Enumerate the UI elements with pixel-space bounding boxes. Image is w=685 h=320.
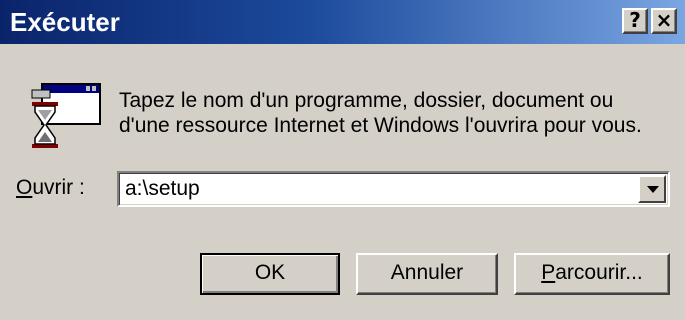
open-label-mnemonic: O	[16, 176, 33, 199]
open-label-text: uvrir :	[32, 176, 85, 199]
chevron-down-icon	[647, 186, 659, 193]
browse-button[interactable]: Parcourir...	[514, 253, 670, 295]
run-dialog: Exécuter ? × Tapez le nom d'un programme…	[0, 0, 685, 320]
dropdown-button[interactable]	[638, 175, 666, 203]
help-button[interactable]: ?	[622, 8, 648, 34]
browse-label: arcourir...	[555, 261, 643, 284]
open-label: Ouvrir :	[16, 175, 85, 201]
window-title: Exécuter	[10, 7, 120, 37]
browse-mnemonic: P	[541, 261, 556, 284]
instructions-line-1: Tapez le nom d'un programme, dossier, do…	[119, 89, 614, 112]
ok-button[interactable]: OK	[200, 253, 340, 295]
cancel-button[interactable]: Annuler	[356, 253, 498, 295]
open-combobox[interactable]: a:\setup	[117, 171, 670, 207]
instructions-line-2: d'une ressource Internet et Windows l'ou…	[119, 114, 642, 137]
open-input[interactable]: a:\setup	[125, 176, 200, 202]
title-bar[interactable]: Exécuter ? ×	[0, 0, 685, 44]
close-button[interactable]: ×	[651, 8, 677, 34]
run-program-icon	[28, 82, 104, 150]
instructions-text: Tapez le nom d'un programme, dossier, do…	[119, 88, 674, 138]
